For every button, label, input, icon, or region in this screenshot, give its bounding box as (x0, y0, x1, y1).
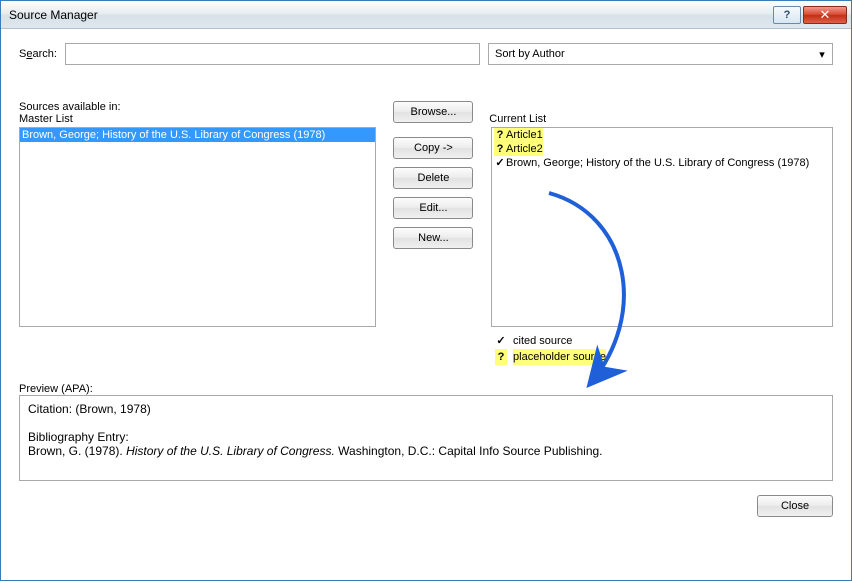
search-row: Search: Sort by Author ▾ (19, 43, 833, 65)
master-list[interactable]: Brown, George; History of the U.S. Libra… (19, 127, 376, 327)
master-list-column: Sources available in: Master List (19, 101, 378, 126)
question-icon: ? (494, 142, 506, 156)
check-icon: ✓ (494, 156, 506, 170)
list-item[interactable]: ? Article1 (492, 128, 832, 142)
sort-selected: Sort by Author (495, 48, 565, 60)
legend: ✓ cited source ? placeholder source (491, 333, 833, 365)
titlebar: Source Manager ? ✕ (1, 1, 851, 29)
current-list-label: Current List (489, 113, 833, 125)
close-button[interactable]: Close (757, 495, 833, 517)
search-input[interactable] (65, 43, 480, 65)
new-button[interactable]: New... (393, 227, 473, 249)
check-icon: ✓ (495, 333, 507, 349)
sources-available-label: Sources available in: (19, 101, 378, 113)
window-title: Source Manager (9, 8, 773, 22)
window-controls: ? ✕ (773, 6, 847, 24)
help-button[interactable]: ? (773, 6, 801, 24)
preview-bib-label: Bibliography Entry: (28, 430, 824, 444)
list-item[interactable]: ? Article2 (492, 142, 832, 156)
preview-box: Citation: (Brown, 1978) Bibliography Ent… (19, 395, 833, 481)
dropdown-arrow-icon: ▾ (814, 46, 830, 62)
delete-button[interactable]: Delete (393, 167, 473, 189)
master-list-label: Master List (19, 113, 378, 125)
sort-dropdown[interactable]: Sort by Author ▾ (488, 43, 833, 65)
placeholder-source-label: placeholder source (513, 349, 606, 365)
preview-label: Preview (APA): (19, 383, 833, 395)
preview-bib-entry: Brown, G. (1978). History of the U.S. Li… (28, 444, 824, 458)
question-icon: ? (494, 128, 506, 142)
cited-source-label: cited source (513, 333, 572, 349)
question-icon: ? (495, 349, 507, 365)
current-list[interactable]: ? Article1? Article2✓ Brown, George; His… (491, 127, 833, 327)
browse-button[interactable]: Browse... (393, 101, 473, 123)
preview-citation: Citation: (Brown, 1978) (28, 402, 824, 416)
edit-button[interactable]: Edit... (393, 197, 473, 219)
dialog-content: Search: Sort by Author ▾ Sources availab… (1, 29, 851, 580)
source-manager-dialog: Source Manager ? ✕ Search: Sort by Autho… (0, 0, 852, 581)
list-item[interactable]: ✓ Brown, George; History of the U.S. Lib… (492, 156, 832, 170)
copy-button[interactable]: Copy -> (393, 137, 473, 159)
list-item[interactable]: Brown, George; History of the U.S. Libra… (20, 128, 375, 142)
close-window-button[interactable]: ✕ (803, 6, 847, 24)
search-label: Search: (19, 48, 57, 60)
